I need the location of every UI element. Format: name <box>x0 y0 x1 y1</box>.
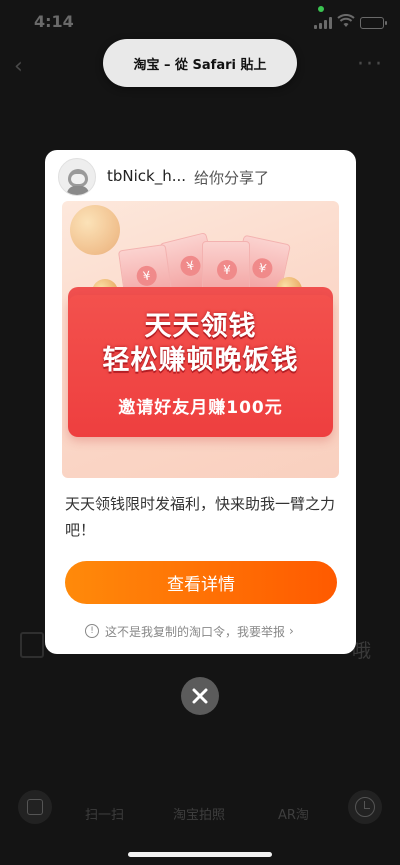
close-button[interactable] <box>181 677 219 715</box>
banner-subheadline: 轻松赚顿晚饭钱 <box>102 345 299 376</box>
coin-decoration <box>70 205 120 255</box>
banner-tagline: 邀请好友月赚100元 <box>118 398 283 418</box>
tab-photo-search[interactable]: 淘宝拍照 <box>173 804 225 823</box>
camera-indicator-dot <box>318 6 324 12</box>
avatar <box>58 158 96 196</box>
album-button[interactable] <box>18 790 52 824</box>
home-indicator[interactable] <box>128 852 272 857</box>
clock-icon <box>355 797 375 817</box>
tab-ar[interactable]: AR淘 <box>278 804 309 823</box>
cellular-signal-icon <box>314 17 332 29</box>
status-time: 4:14 <box>34 12 74 31</box>
camera-bottom-bar: 扫一扫 淘宝拍照 AR淘 <box>0 790 400 834</box>
more-icon[interactable]: ··· <box>357 52 384 77</box>
avatar-face <box>71 174 85 184</box>
share-caption: 给你分享了 <box>194 169 270 187</box>
photo-icon <box>27 799 43 815</box>
share-description: 天天领钱限时发福利，快来助我一臂之力吧！ <box>65 495 336 539</box>
back-icon[interactable]: ‹ <box>14 54 23 79</box>
tab-scan[interactable]: 扫一扫 <box>85 804 124 823</box>
toast-text: 淘宝 – 從 Safari 貼上 <box>133 57 267 73</box>
close-icon <box>192 688 208 704</box>
battery-icon <box>360 17 387 29</box>
avatar-body <box>67 186 89 195</box>
promo-banner[interactable]: ¥ ¥ ¥ ¥ 天天领钱 轻松赚顿晚饭钱 邀请好友月赚100元 <box>62 201 339 478</box>
info-icon: ! <box>85 624 99 638</box>
view-details-button[interactable]: 查看详情 <box>65 561 337 604</box>
share-card: tbNick_h... 给你分享了 ¥ ¥ ¥ ¥ 天天领钱 轻松赚顿晚饭钱 邀… <box>45 150 356 654</box>
yuan-symbol: ¥ <box>135 264 159 288</box>
chevron-right-icon: › <box>289 624 294 638</box>
paste-toast: 淘宝 – 從 Safari 貼上 <box>103 39 297 87</box>
status-bar: 4:14 <box>0 0 400 44</box>
history-button[interactable] <box>348 790 382 824</box>
yuan-symbol: ¥ <box>178 253 203 278</box>
report-text: 这不是我复制的淘口令，我要举报 <box>105 624 286 639</box>
wifi-icon <box>337 14 355 27</box>
yuan-symbol: ¥ <box>250 256 275 281</box>
yuan-symbol: ¥ <box>217 260 237 280</box>
qr-code-icon <box>20 632 44 658</box>
report-link[interactable]: ! 这不是我复制的淘口令，我要举报 › <box>85 622 294 640</box>
sharer-name: tbNick_h... <box>107 167 187 185</box>
